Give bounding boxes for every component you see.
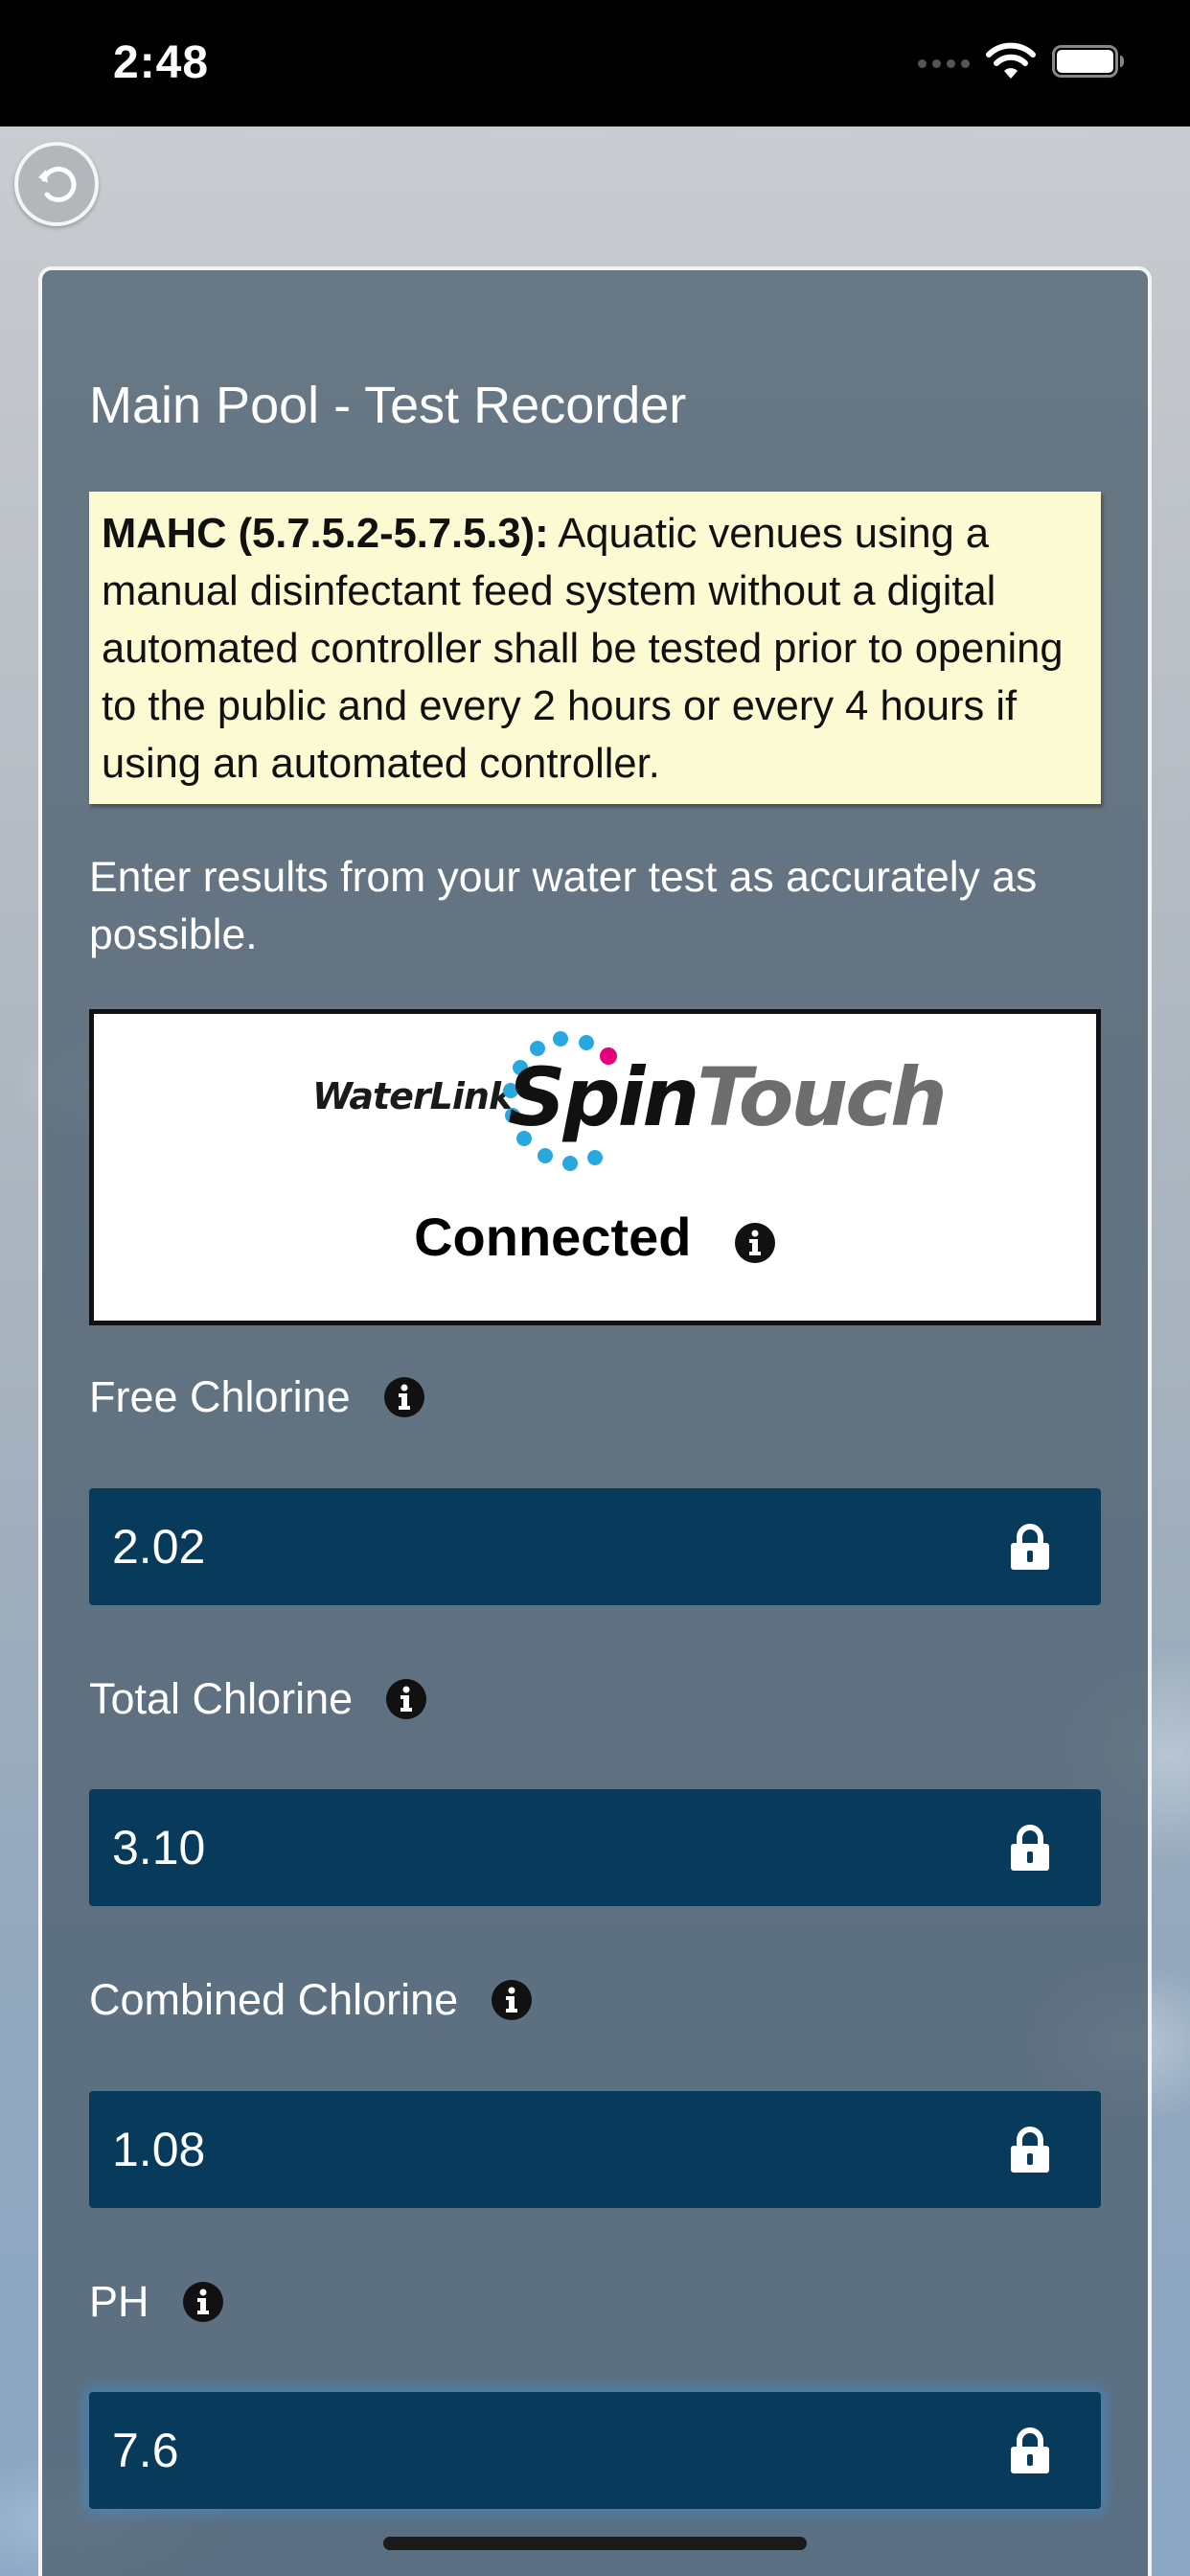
- combined-chlorine-label: Combined Chlorine: [89, 1971, 533, 2029]
- back-button[interactable]: [14, 142, 99, 226]
- total-chlorine-input[interactable]: 3.10: [89, 1789, 1101, 1906]
- instructions-text: Enter results from your water test as ac…: [89, 854, 1038, 958]
- page-title: Main Pool - Test Recorder: [89, 377, 687, 434]
- info-icon[interactable]: [182, 2281, 224, 2323]
- combined-chlorine-input[interactable]: 1.08: [89, 2091, 1101, 2208]
- cellular-signal-icon: [918, 59, 970, 68]
- free-chlorine-value: 2.02: [112, 1520, 206, 1574]
- total-chlorine-label: Total Chlorine: [89, 1670, 427, 1728]
- wifi-icon: [986, 42, 1036, 79]
- lock-icon: [1011, 2127, 1049, 2173]
- ph-input[interactable]: 7.6: [89, 2392, 1101, 2509]
- info-icon[interactable]: [734, 1222, 776, 1264]
- info-icon[interactable]: [385, 1678, 427, 1720]
- spintouch-brand: SpinTouch: [508, 1050, 948, 1144]
- free-chlorine-input[interactable]: 2.02: [89, 1488, 1101, 1605]
- connection-status-row: Connected: [94, 1206, 1096, 1268]
- free-chlorine-label: Free Chlorine: [89, 1368, 425, 1426]
- battery-icon: [1052, 45, 1124, 78]
- info-icon[interactable]: [491, 1979, 533, 2021]
- total-chlorine-value: 3.10: [112, 1821, 206, 1874]
- spintouch-device-panel[interactable]: WaterLink SpinTouch Connected: [89, 1009, 1101, 1325]
- info-icon[interactable]: [383, 1376, 425, 1418]
- ph-label: PH: [89, 2273, 224, 2331]
- status-time: 2:48: [113, 37, 210, 88]
- ph-value: 7.6: [112, 2424, 179, 2477]
- mahc-notice: MAHC (5.7.5.2-5.7.5.3): Aquatic venues u…: [89, 492, 1101, 804]
- notice-code: MAHC (5.7.5.2-5.7.5.3):: [102, 511, 549, 557]
- lock-icon: [1011, 1524, 1049, 1570]
- home-indicator[interactable]: [383, 2537, 807, 2550]
- lock-icon: [1011, 2427, 1049, 2473]
- waterlink-brand: WaterLink: [312, 1075, 513, 1117]
- lock-icon: [1011, 1825, 1049, 1871]
- connection-status: Connected: [414, 1207, 692, 1267]
- status-bar: 2:48: [0, 0, 1190, 126]
- undo-arrow-icon: [38, 166, 77, 202]
- combined-chlorine-value: 1.08: [112, 2123, 206, 2176]
- spintouch-logo: WaterLink SpinTouch: [94, 1014, 1096, 1177]
